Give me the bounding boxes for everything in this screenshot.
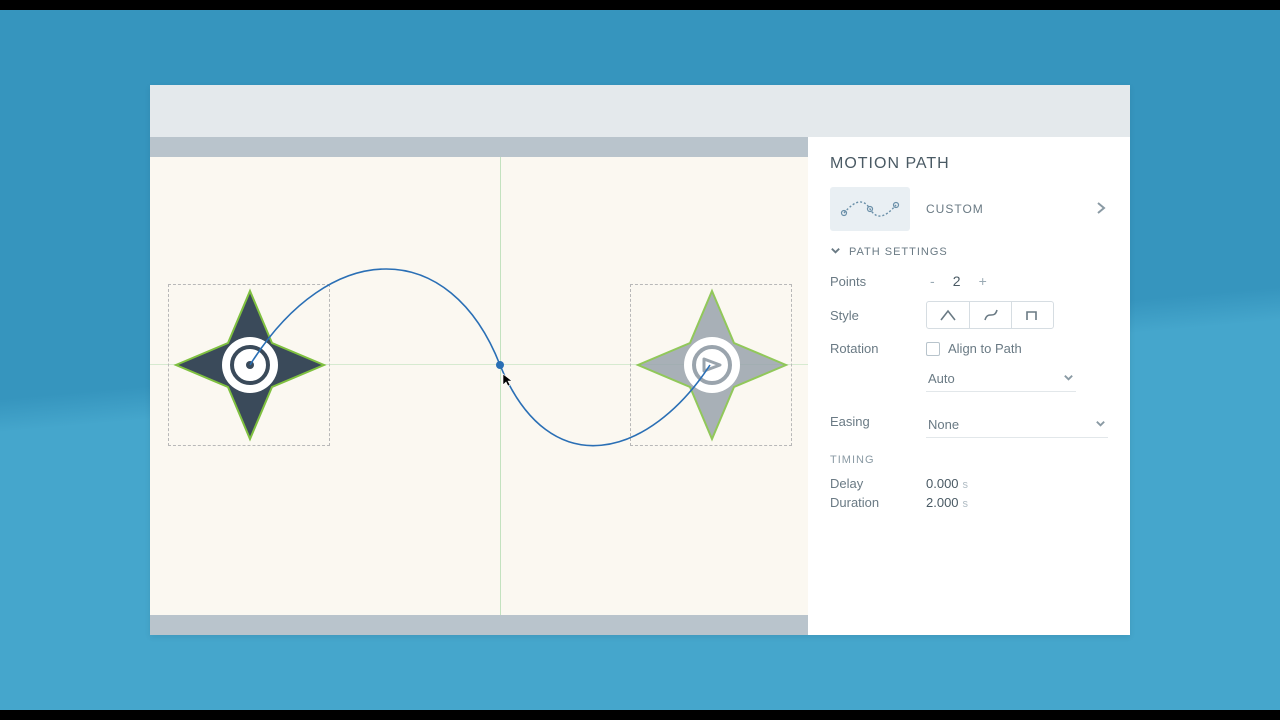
style-segmented-control: [926, 301, 1054, 329]
rotation-label: Rotation: [830, 341, 926, 356]
points-stepper: - 2 +: [926, 273, 991, 289]
panel-title: MOTION PATH: [830, 155, 1108, 173]
path-settings-toggle[interactable]: PATH SETTINGS: [830, 245, 1108, 259]
easing-select[interactable]: None: [926, 412, 1108, 438]
delay-value[interactable]: 0.000: [926, 476, 959, 491]
easing-value: None: [928, 417, 959, 432]
duration-unit: s: [963, 498, 969, 510]
easing-label: Easing: [830, 414, 926, 429]
canvas-top-strip: [150, 137, 808, 157]
canvas[interactable]: [150, 157, 808, 615]
path-thumbnail-icon: [830, 187, 910, 231]
app-window: MOTION PATH CUSTOM PATH SETTING: [150, 85, 1130, 635]
points-label: Points: [830, 274, 926, 289]
chevron-down-icon: [1095, 417, 1106, 432]
delay-label: Delay: [830, 476, 926, 491]
align-to-path-checkbox[interactable]: [926, 342, 940, 356]
chevron-right-icon[interactable]: [1094, 201, 1108, 218]
delay-unit: s: [963, 479, 969, 491]
window-titlebar-area: [150, 85, 1130, 137]
style-option-straight[interactable]: [927, 302, 969, 328]
style-option-square[interactable]: [1011, 302, 1053, 328]
path-type-selector[interactable]: CUSTOM: [830, 187, 1108, 231]
style-label: Style: [830, 308, 926, 323]
path-type-label: CUSTOM: [926, 202, 984, 216]
path-settings-header: PATH SETTINGS: [849, 246, 948, 258]
points-increment-button[interactable]: +: [975, 273, 991, 289]
timing-header: TIMING: [830, 454, 1108, 466]
rotation-direction-select[interactable]: Auto: [926, 366, 1076, 392]
canvas-column: [150, 137, 808, 635]
align-to-path-label: Align to Path: [948, 341, 1022, 356]
points-decrement-button[interactable]: -: [926, 273, 939, 289]
properties-panel: MOTION PATH CUSTOM PATH SETTING: [808, 137, 1130, 635]
canvas-bottom-strip: [150, 615, 808, 635]
style-option-curved[interactable]: [969, 302, 1011, 328]
duration-value[interactable]: 2.000: [926, 495, 959, 510]
duration-label: Duration: [830, 495, 926, 510]
points-value: 2: [949, 273, 965, 289]
motion-path-curve[interactable]: [150, 157, 808, 597]
chevron-down-icon: [1063, 371, 1074, 386]
chevron-down-icon: [830, 245, 841, 259]
rotation-direction-value: Auto: [928, 371, 955, 386]
mouse-cursor-icon: [502, 373, 514, 392]
